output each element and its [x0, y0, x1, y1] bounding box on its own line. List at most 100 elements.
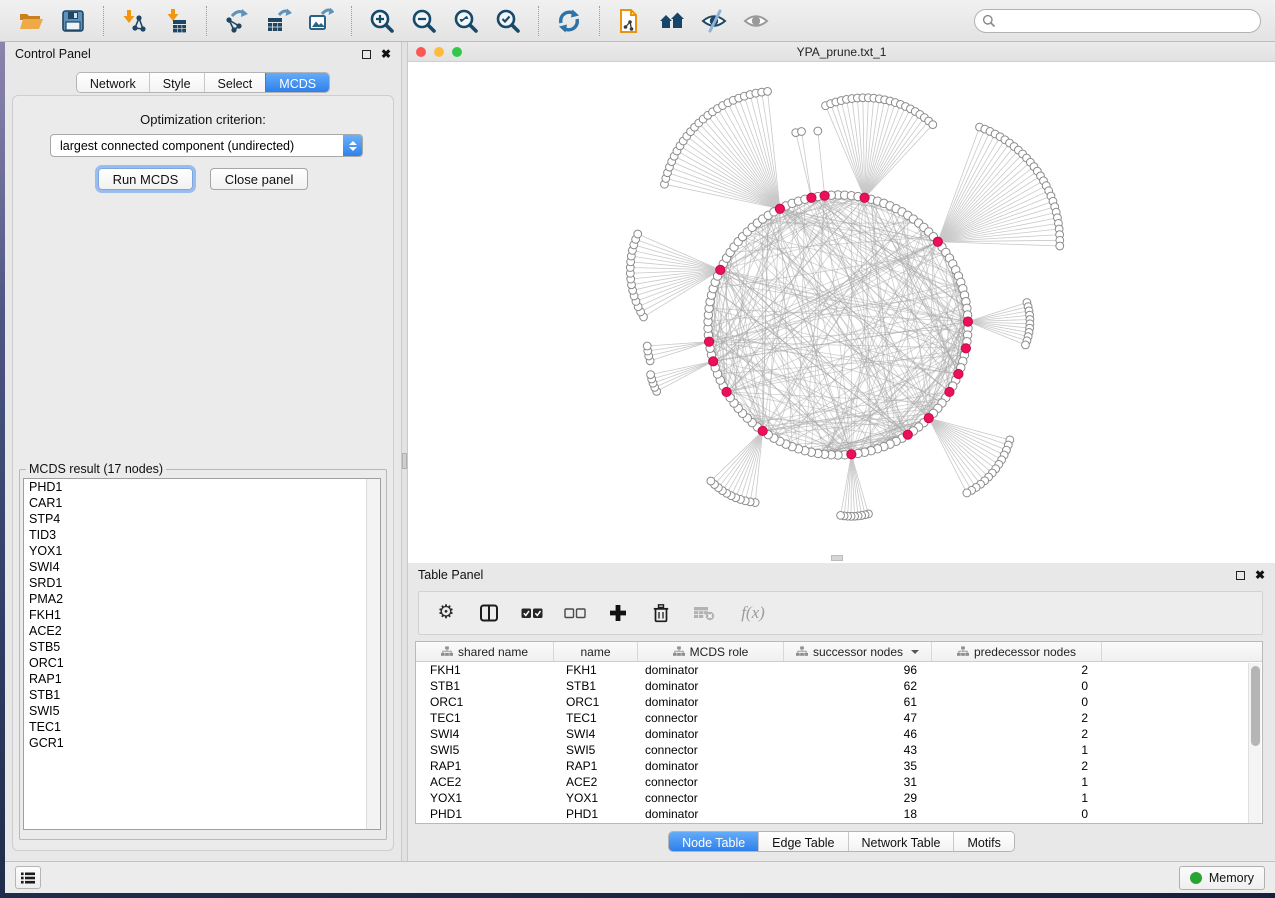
close-panel-button[interactable]: Close panel	[210, 168, 309, 190]
gear-icon[interactable]: ⚙	[435, 602, 457, 624]
export-table-icon[interactable]	[263, 5, 295, 37]
close-panel-icon[interactable]: ✖	[381, 49, 391, 59]
table-cell: dominator	[638, 679, 784, 693]
mcds-result-item[interactable]: RAP1	[24, 671, 380, 687]
tab-mcds[interactable]: MCDS	[265, 73, 329, 92]
select-all-checkboxes-icon[interactable]	[521, 602, 543, 624]
mcds-result-item[interactable]: STP4	[24, 511, 380, 527]
mcds-panel: Optimization criterion: largest connecte…	[12, 95, 394, 851]
table-row[interactable]: ACE2ACE2connector311	[416, 774, 1262, 790]
function-builder-icon: f(x)	[736, 602, 770, 624]
unselect-all-checkboxes-icon[interactable]	[564, 602, 586, 624]
zoom-fit-icon[interactable]	[450, 5, 482, 37]
table-row[interactable]: SWI5SWI5connector431	[416, 742, 1262, 758]
delete-icon[interactable]	[650, 602, 672, 624]
column-header-predecessor-nodes[interactable]: predecessor nodes	[932, 642, 1102, 661]
node-table[interactable]: shared name name MCDS role successor nod…	[415, 641, 1263, 824]
tab-network[interactable]: Network	[77, 73, 149, 92]
column-header-successor-nodes[interactable]: successor nodes	[784, 642, 932, 661]
mcds-result-item[interactable]: TID3	[24, 527, 380, 543]
table-row[interactable]: STB1STB1dominator620	[416, 678, 1262, 694]
table-scrollbar[interactable]	[1248, 663, 1261, 823]
zoom-selected-icon[interactable]	[492, 5, 524, 37]
close-panel-icon[interactable]: ✖	[1255, 570, 1265, 580]
run-mcds-button[interactable]: Run MCDS	[98, 168, 194, 190]
mcds-list-scrollbar[interactable]	[366, 479, 380, 829]
tab-motifs[interactable]: Motifs	[953, 832, 1013, 851]
table-cell: 2	[932, 663, 1102, 677]
home-network-icon[interactable]	[656, 5, 688, 37]
table-row[interactable]: YOX1YOX1connector291	[416, 790, 1262, 806]
table-cell: connector	[638, 775, 784, 789]
tab-edge-table[interactable]: Edge Table	[758, 832, 847, 851]
column-header-mcds-role[interactable]: MCDS role	[638, 642, 784, 661]
mcds-result-item[interactable]: ACE2	[24, 623, 380, 639]
float-panel-icon[interactable]	[1236, 571, 1245, 580]
tab-node-table[interactable]: Node Table	[669, 832, 758, 851]
table-panel: Table Panel ✖ ⚙ f(x) shared name	[408, 563, 1275, 861]
splitter-grip[interactable]	[402, 453, 407, 469]
network-window-titlebar: YPA_prune.txt_1	[408, 42, 1275, 62]
show-columns-icon[interactable]	[478, 602, 500, 624]
vertical-splitter[interactable]	[401, 42, 408, 861]
zoom-in-icon[interactable]	[366, 5, 398, 37]
float-panel-icon[interactable]	[362, 50, 371, 59]
table-row[interactable]: FKH1FKH1dominator962	[416, 662, 1262, 678]
table-cell: SWI5	[554, 743, 638, 757]
toolbar-separator	[538, 6, 539, 36]
table-row[interactable]: PHD1PHD1dominator180	[416, 806, 1262, 822]
zoom-out-icon[interactable]	[408, 5, 440, 37]
mcds-result-item[interactable]: GCR1	[24, 735, 380, 751]
tab-select[interactable]: Select	[204, 73, 266, 92]
table-cell: 0	[932, 695, 1102, 709]
table-cell: SWI5	[416, 743, 554, 757]
mcds-result-item[interactable]: PHD1	[24, 479, 380, 495]
mcds-result-item[interactable]: TEC1	[24, 719, 380, 735]
mcds-result-item[interactable]: STB1	[24, 687, 380, 703]
mcds-result-item[interactable]: SWI4	[24, 559, 380, 575]
table-row[interactable]: TEC1TEC1connector472	[416, 710, 1262, 726]
table-row[interactable]: RAP1RAP1dominator352	[416, 758, 1262, 774]
tab-style[interactable]: Style	[149, 73, 204, 92]
optimization-criterion-label: Optimization criterion:	[13, 112, 393, 127]
open-icon[interactable]	[15, 5, 47, 37]
export-network-icon[interactable]	[221, 5, 253, 37]
export-document-icon[interactable]	[614, 5, 646, 37]
horizontal-splitter-grip[interactable]	[831, 555, 843, 561]
destroy-table-icon	[693, 602, 715, 624]
sort-descending-icon	[911, 650, 919, 654]
mcds-result-item[interactable]: ORC1	[24, 655, 380, 671]
import-table-icon[interactable]	[160, 5, 192, 37]
export-image-icon[interactable]	[305, 5, 337, 37]
table-scrollbar-thumb[interactable]	[1251, 666, 1260, 746]
hide-graphics-details-icon[interactable]	[698, 5, 730, 37]
network-view[interactable]: YPA_prune.txt_1	[408, 42, 1275, 563]
table-cell: 2	[932, 727, 1102, 741]
table-cell: 43	[784, 743, 932, 757]
import-network-icon[interactable]	[118, 5, 150, 37]
network-graph[interactable]	[408, 62, 1275, 563]
memory-button[interactable]: Memory	[1179, 866, 1265, 890]
column-header-shared-name[interactable]: shared name	[416, 642, 554, 661]
mcds-result-item[interactable]: SRD1	[24, 575, 380, 591]
mcds-result-item[interactable]: SWI5	[24, 703, 380, 719]
column-header-name[interactable]: name	[554, 642, 638, 661]
tab-network-table[interactable]: Network Table	[848, 832, 954, 851]
table-row[interactable]: ORC1ORC1dominator610	[416, 694, 1262, 710]
add-icon[interactable]	[607, 602, 629, 624]
mcds-result-item[interactable]: YOX1	[24, 543, 380, 559]
save-icon[interactable]	[57, 5, 89, 37]
show-graphics-details-icon[interactable]	[740, 5, 772, 37]
mcds-result-item[interactable]: FKH1	[24, 607, 380, 623]
mcds-result-item[interactable]: STB5	[24, 639, 380, 655]
optimization-criterion-select[interactable]: largest connected component (undirected)	[50, 134, 363, 157]
table-row[interactable]: SWI4SWI4dominator462	[416, 726, 1262, 742]
table-cell: 0	[932, 807, 1102, 821]
mcds-result-list[interactable]: PHD1CAR1STP4TID3YOX1SWI4SRD1PMA2FKH1ACE2…	[23, 478, 381, 830]
task-history-button[interactable]	[15, 866, 41, 889]
org-chart-icon	[957, 646, 969, 657]
refresh-layout-icon[interactable]	[553, 5, 585, 37]
search-input[interactable]	[996, 12, 1260, 30]
mcds-result-item[interactable]: PMA2	[24, 591, 380, 607]
mcds-result-item[interactable]: CAR1	[24, 495, 380, 511]
